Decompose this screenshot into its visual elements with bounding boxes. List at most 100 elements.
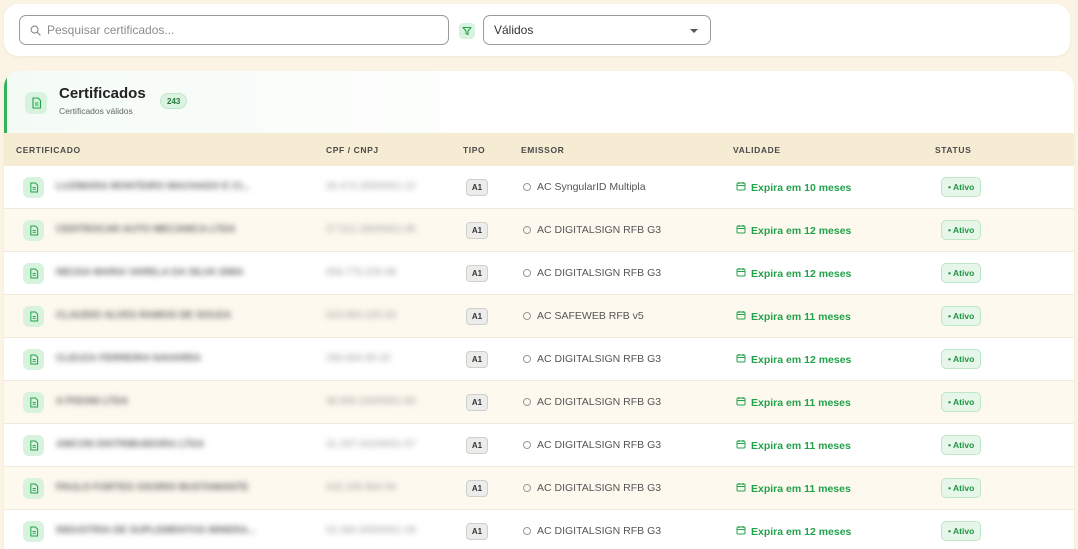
validity-label: Expira em 12 meses [751,267,852,280]
type-badge: A1 [466,351,488,368]
page-subtitle: Certificados válidos [59,106,133,116]
issuer: AC DIGITALSIGN RFB G3 [523,525,661,537]
column-header-cpf-cnpj[interactable]: CPF / CNPJ [326,145,379,155]
status-badge: • Ativo [941,392,982,412]
certificate-icon [23,478,44,499]
calendar-icon [736,224,751,237]
certificate-document: 02.360.935/0001-29 [326,525,416,536]
table-row[interactable]: CLEUZA FERREIRA NAVARRA 299.694.95-20 A1 AC… [4,338,1074,381]
table-header: CERTIFICADO CPF / CNPJ TIPO EMISSOR VALI… [4,133,1074,166]
certificates-card: Certificados Certificados válidos 243 CE… [4,71,1074,549]
type-badge: A1 [466,179,488,196]
validity: Expira em 12 meses [736,525,851,538]
certificate-icon [25,92,47,114]
status-badge: • Ativo [941,349,982,369]
filter-icon[interactable] [459,23,475,39]
certificate-document: 38.900.240/0001-60 [326,396,416,407]
issuer: AC DIGITALSIGN RFB G3 [523,267,661,279]
chevron-down-icon [690,29,698,33]
table-row[interactable]: PAULO FORTES OSORIO BUSTAMANTE 025.195.90… [4,467,1074,510]
column-header-certificado[interactable]: CERTIFICADO [16,145,81,155]
table-row[interactable]: INDUSTRIA DE SUPLEMENTOS MINERA... 02.360… [4,510,1074,549]
circle-icon [523,226,531,234]
validity: Expira em 12 meses [736,224,851,237]
issuer: AC DIGITALSIGN RFB G3 [523,396,661,408]
search-input[interactable] [47,23,427,37]
card-header: Certificados Certificados válidos 243 [4,71,1074,133]
column-header-status[interactable]: STATUS [935,145,971,155]
issuer-label: AC DIGITALSIGN RFB G3 [537,396,662,408]
validity-label: Expira em 11 meses [751,310,851,323]
type-badge: A1 [466,437,488,454]
calendar-icon [736,482,751,495]
table-row[interactable]: LUZIMARA MONTEIRO MACHADO E CI... 26.472.… [4,166,1074,209]
status-badge: • Ativo [941,177,982,197]
calendar-icon [736,181,751,194]
certificate-icon [23,220,44,241]
type-badge: A1 [466,222,488,239]
column-header-emissor[interactable]: EMISSOR [521,145,564,155]
certificate-name: CLAUDIO ALVES RAMOS DE SOUZA [56,310,232,321]
validity-label: Expira em 10 meses [751,181,852,194]
issuer: AC SyngularID Multipla [523,181,646,193]
circle-icon [523,312,531,320]
certificate-icon [23,177,44,198]
certificate-document: 31.297.042/0001-07 [326,439,416,450]
certificate-name: A PISONI LTDA [56,396,129,407]
validity-label: Expira em 11 meses [751,439,851,452]
search-box[interactable] [19,15,449,45]
certificate-document: 025.195.904-54 [326,482,397,493]
certificate-name: LUZIMARA MONTEIRO MACHADO E CI... [56,181,251,192]
issuer-label: AC DIGITALSIGN RFB G3 [537,525,662,537]
circle-icon [523,269,531,277]
column-header-tipo[interactable]: TIPO [463,145,485,155]
calendar-icon [736,439,751,452]
calendar-icon [736,396,751,409]
circle-icon [523,355,531,363]
status-badge: • Ativo [941,478,982,498]
issuer-label: AC DIGITALSIGN RFB G3 [537,353,662,365]
column-header-validade[interactable]: VALIDADE [733,145,781,155]
table-row[interactable]: CLAUDIO ALVES RAMOS DE SOUZA 023.964.225-… [4,295,1074,338]
table-row[interactable]: NEUSA MARIA VARELA DA SILVA SIMA 009.775.… [4,252,1074,295]
certificate-name: PAULO FORTES OSORIO BUSTAMANTE [56,482,249,493]
status-badge: • Ativo [941,306,982,326]
validity-label: Expira em 11 meses [751,396,851,409]
certificate-icon [23,435,44,456]
circle-icon [523,527,531,535]
status-filter-select[interactable]: Válidos [483,15,711,45]
type-badge: A1 [466,265,488,282]
validity: Expira em 12 meses [736,267,851,280]
issuer: AC DIGITALSIGN RFB G3 [523,224,661,236]
validity: Expira em 11 meses [736,396,851,409]
type-badge: A1 [466,523,488,540]
type-badge: A1 [466,394,488,411]
certificate-document: 26.472.255/0001-12 [326,181,416,192]
certificate-name: CLEUZA FERREIRA NAVARRA [56,353,201,364]
circle-icon [523,398,531,406]
validity: Expira em 11 meses [736,310,851,323]
certificate-document: 27.512.180/0001-06 [326,224,416,235]
calendar-icon [736,310,751,323]
page-title: Certificados [59,85,146,102]
certificate-icon [23,263,44,284]
validity: Expira em 12 meses [736,353,851,366]
certificate-name: INDUSTRIA DE SUPLEMENTOS MINERA... [56,525,257,536]
search-icon [30,25,41,36]
filter-bar: Válidos [4,4,1070,56]
table-row[interactable]: AMCON DISTRIBUIDORA LTDA 31.297.042/0001-… [4,424,1074,467]
validity-label: Expira em 12 meses [751,525,852,538]
table-row[interactable]: A PISONI LTDA 38.900.240/0001-60 A1 AC DIGI… [4,381,1074,424]
validity-label: Expira em 12 meses [751,353,852,366]
table-row[interactable]: CENTROCAR AUTO MECANICA LTDA 27.512.180/0… [4,209,1074,252]
circle-icon [523,183,531,191]
status-badge: • Ativo [941,220,982,240]
status-badge: • Ativo [941,263,982,283]
certificate-document: 299.694.95-20 [326,353,391,364]
issuer-label: AC DIGITALSIGN RFB G3 [537,267,662,279]
calendar-icon [736,353,751,366]
status-filter-value: Válidos [494,23,534,37]
issuer-label: AC SyngularID Multipla [537,181,646,193]
certificate-document: 009.775.225-08 [326,267,397,278]
issuer: AC DIGITALSIGN RFB G3 [523,482,661,494]
